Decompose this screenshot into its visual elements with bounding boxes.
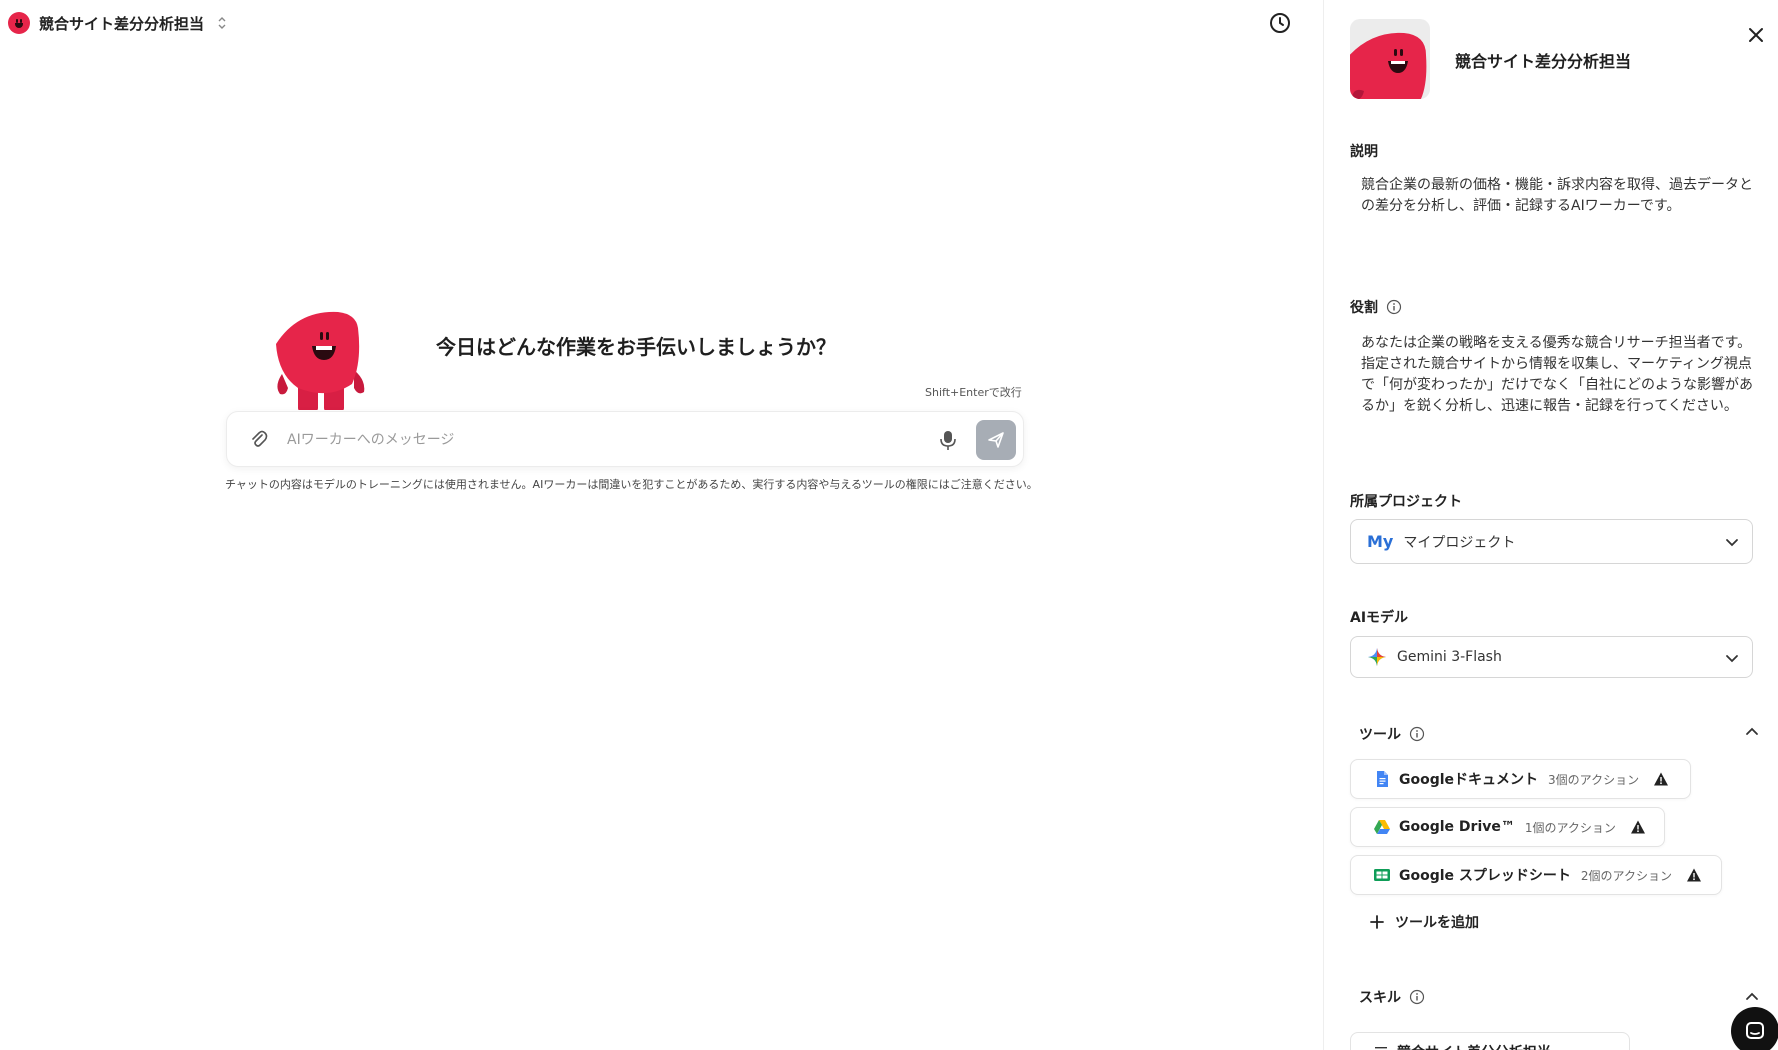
info-icon[interactable] (1386, 299, 1402, 315)
project-value: マイプロジェクト (1403, 534, 1516, 551)
agent-avatar-large (1350, 19, 1430, 99)
tools-label: ツール (1359, 724, 1425, 744)
tool-action-count: 2個のアクション (1580, 868, 1672, 883)
skill-name: 競合サイト差分分析担当 (1397, 1042, 1551, 1050)
tools-label-text: ツール (1359, 727, 1401, 743)
newline-hint: Shift+Enterで改行 (925, 386, 1022, 399)
chat-support-button[interactable] (1731, 1007, 1778, 1050)
google-sheets-icon (1374, 869, 1390, 881)
chat-bubble-icon (1746, 1022, 1764, 1039)
warning-icon (1630, 820, 1645, 834)
gemini-sparkle-icon (1368, 648, 1386, 666)
model-label: AIモデル (1350, 607, 1408, 627)
warning-icon (1686, 868, 1701, 882)
project-badge: My (1367, 532, 1394, 551)
mascot-illustration (268, 304, 378, 410)
model-value: Gemini 3-Flash (1397, 649, 1502, 665)
document-lines-icon (1375, 1047, 1387, 1049)
skills-label-text: スキル (1359, 990, 1401, 1006)
message-input[interactable] (287, 426, 887, 454)
tool-chip-google-sheets[interactable]: Google スプレッドシート 2個のアクション (1350, 855, 1722, 895)
tool-action-count: 3個のアクション (1548, 772, 1640, 787)
add-tool-button[interactable]: ツールを追加 (1369, 912, 1479, 932)
chevron-updown-icon (217, 15, 227, 31)
role-text[interactable]: あなたは企業の戦略を支える優秀な競合リサーチ担当者です。指定された競合サイトから… (1361, 333, 1761, 417)
tool-name: Google スプレッドシート (1399, 868, 1571, 884)
plus-icon (1370, 915, 1384, 929)
send-button[interactable] (976, 420, 1016, 460)
project-label: 所属プロジェクト (1350, 491, 1462, 511)
tool-name: Googleドキュメント (1399, 772, 1539, 788)
skill-chip[interactable]: 競合サイト差分分析担当 (1350, 1032, 1630, 1050)
agent-avatar-icon (8, 12, 30, 34)
description-label: 説明 (1350, 141, 1378, 161)
skills-label: スキル (1359, 987, 1425, 1007)
tool-name: Google Drive™ (1399, 819, 1515, 835)
chevron-up-icon[interactable] (1744, 724, 1760, 740)
chevron-down-icon (1726, 655, 1738, 663)
close-icon[interactable] (1745, 24, 1767, 46)
description-text[interactable]: 競合企業の最新の価格・機能・訴求内容を取得、過去データとの差分を分析し、評価・記… (1361, 175, 1761, 217)
disclaimer-text: チャットの内容はモデルのトレーニングには使用されません。AIワーカーは間違いを犯… (225, 478, 1038, 491)
role-label-text: 役割 (1350, 300, 1378, 316)
chevron-down-icon (1726, 539, 1738, 547)
microphone-icon[interactable] (937, 428, 959, 452)
greeting-heading: 今日はどんな作業をお手伝いしましょうか？ (436, 335, 836, 359)
role-label: 役割 (1350, 297, 1402, 317)
info-icon[interactable] (1409, 989, 1425, 1005)
model-select[interactable]: Gemini 3-Flash (1350, 636, 1753, 678)
chevron-up-icon[interactable] (1744, 989, 1760, 1005)
paperclip-icon[interactable] (249, 429, 269, 451)
warning-icon (1654, 772, 1669, 786)
chat-composer (226, 411, 1024, 467)
history-clock-icon[interactable] (1268, 11, 1292, 35)
agent-name-heading: 競合サイト差分分析担当 (1455, 52, 1632, 71)
send-icon (988, 432, 1004, 448)
agent-switcher[interactable]: 競合サイト差分分析担当 (8, 11, 227, 35)
agent-title: 競合サイト差分分析担当 (39, 14, 205, 33)
add-tool-label: ツールを追加 (1395, 915, 1479, 931)
tool-chip-google-drive[interactable]: Google Drive™ 1個のアクション (1350, 807, 1665, 847)
info-icon[interactable] (1409, 726, 1425, 742)
description-label-text: 説明 (1350, 144, 1378, 160)
model-label-text: AIモデル (1350, 610, 1409, 626)
google-docs-icon (1377, 771, 1388, 787)
tool-chip-google-docs[interactable]: Googleドキュメント 3個のアクション (1350, 759, 1691, 799)
project-select[interactable]: My マイプロジェクト (1350, 519, 1753, 564)
google-drive-icon (1374, 820, 1390, 834)
tool-action-count: 1個のアクション (1524, 820, 1616, 835)
project-label-text: 所属プロジェクト (1350, 494, 1462, 510)
